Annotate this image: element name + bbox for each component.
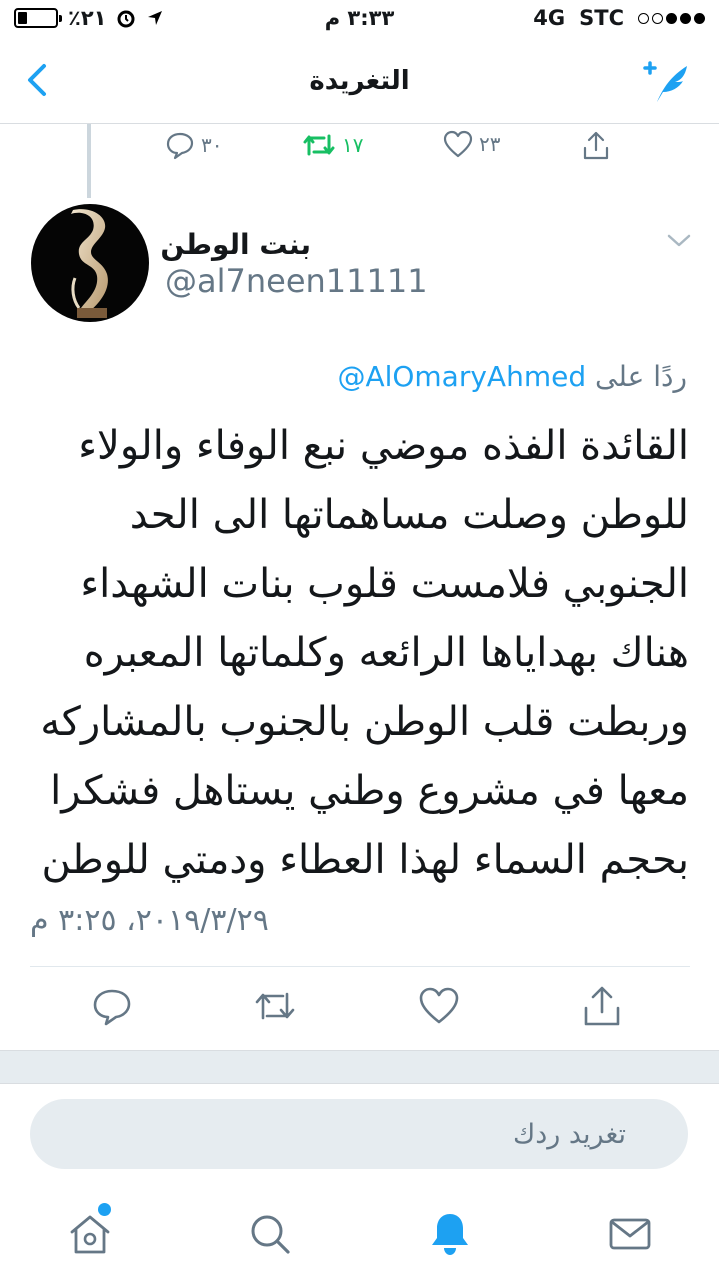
prev-retweet-count: ١٧ bbox=[342, 133, 364, 157]
heart-icon bbox=[443, 130, 473, 158]
tweet-actions bbox=[0, 984, 719, 1034]
heart-icon bbox=[419, 987, 459, 1024]
tweet-text: القائدة الفذه موضي نبع الوفاء والولاء لل… bbox=[40, 423, 689, 883]
nav-bar: التغريدة bbox=[0, 40, 719, 124]
carrier-name: STC bbox=[579, 6, 624, 30]
chevron-down-icon bbox=[667, 234, 691, 247]
prev-reply-button[interactable]: ٣٠ bbox=[165, 130, 222, 160]
prev-reply-count: ٣٠ bbox=[201, 133, 223, 157]
notifications-icon bbox=[432, 1214, 468, 1255]
reply-prefix: ردًا على bbox=[595, 360, 687, 393]
status-bar-right: 4G STC bbox=[533, 6, 705, 30]
new-content-indicator bbox=[98, 1203, 111, 1216]
prev-like-button[interactable]: ٢٣ bbox=[443, 130, 500, 158]
compose-tweet-icon bbox=[643, 61, 687, 102]
reply-context: ردًا على @AlOmaryAhmed bbox=[337, 360, 687, 393]
avatar-calligraphy-image bbox=[71, 209, 108, 318]
signal-strength-icon bbox=[638, 12, 705, 24]
share-icon bbox=[584, 986, 620, 1026]
reply-placeholder: تغريد ردك bbox=[512, 1119, 626, 1150]
share-button[interactable] bbox=[580, 984, 624, 1028]
prev-like-count: ٢٣ bbox=[479, 132, 501, 156]
reply-input[interactable]: تغريد ردك bbox=[30, 1099, 688, 1169]
divider bbox=[30, 966, 690, 967]
reply-mention-link[interactable]: @AlOmaryAhmed bbox=[337, 360, 586, 393]
reply-icon bbox=[93, 989, 131, 1026]
prev-retweet-button[interactable]: ١٧ bbox=[302, 130, 363, 160]
tab-messages[interactable] bbox=[606, 1210, 654, 1258]
messages-icon bbox=[609, 1218, 651, 1250]
author-name[interactable]: بنت الوطن bbox=[160, 228, 311, 261]
tab-notifications[interactable] bbox=[426, 1210, 474, 1258]
home-icon bbox=[70, 1215, 110, 1254]
tweet-options-button[interactable] bbox=[666, 232, 692, 250]
page-title: التغريدة bbox=[309, 66, 410, 96]
prev-share-button[interactable] bbox=[580, 130, 612, 162]
status-bar: ٪٢١ ٣:٣٣ م 4G STC bbox=[0, 0, 719, 40]
like-button[interactable] bbox=[417, 984, 461, 1028]
tab-home[interactable] bbox=[66, 1210, 114, 1258]
search-icon bbox=[251, 1215, 290, 1254]
tab-bar bbox=[0, 1184, 719, 1280]
retweet-icon bbox=[255, 992, 295, 1020]
network-type: 4G bbox=[533, 6, 566, 30]
reply-icon bbox=[166, 132, 194, 160]
reply-button[interactable] bbox=[90, 984, 134, 1028]
retweet-button[interactable] bbox=[253, 984, 297, 1028]
compose-button[interactable] bbox=[641, 58, 695, 106]
avatar[interactable] bbox=[31, 204, 149, 322]
tab-search[interactable] bbox=[246, 1210, 294, 1258]
author-handle[interactable]: @al7neen11111 bbox=[165, 262, 428, 300]
share-icon bbox=[583, 131, 609, 160]
tweet-timestamp: ٢٠١٩/٣/٢٩، ٣:٢٥ م bbox=[30, 903, 269, 938]
retweet-icon bbox=[303, 134, 335, 156]
section-gap bbox=[0, 1050, 719, 1084]
previous-tweet-actions: ٣٠ ١٧ ٢٣ bbox=[0, 124, 719, 174]
